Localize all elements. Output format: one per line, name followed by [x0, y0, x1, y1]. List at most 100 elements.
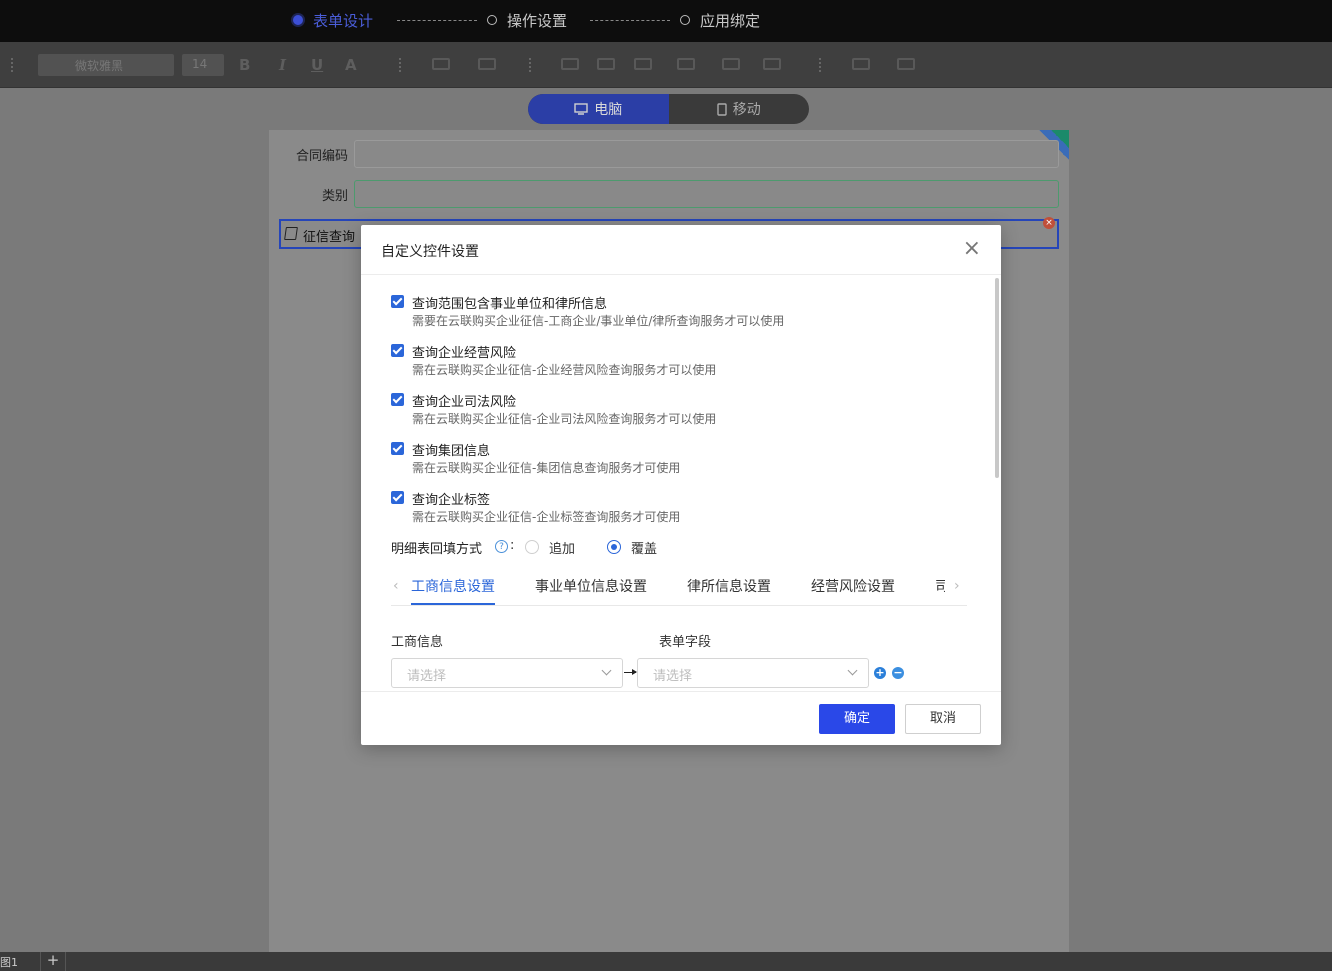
fill-mode-colon: : — [510, 538, 515, 553]
step-app-binding[interactable]: 应用绑定 — [680, 0, 760, 40]
category-input[interactable] — [354, 180, 1059, 208]
font-family-select[interactable]: 微软雅黑 — [38, 54, 174, 76]
source-column-header: 工商信息 — [391, 635, 444, 650]
chevron-down-icon — [847, 665, 858, 676]
form-row-category: 类别 — [269, 178, 1069, 210]
device-toggle: 电脑 移动 — [528, 94, 809, 124]
container-icon[interactable] — [897, 58, 915, 70]
radio-append[interactable] — [525, 540, 539, 554]
table-border-icon[interactable] — [722, 58, 740, 70]
dialog-footer: 确定 取消 — [361, 691, 1001, 745]
phone-icon — [717, 102, 727, 116]
remove-row-icon[interactable]: − — [892, 667, 904, 679]
toolbar-divider — [399, 58, 401, 72]
mobile-tab[interactable]: 移动 — [669, 94, 810, 124]
dialog-title: 自定义控件设置 — [381, 244, 479, 260]
step-bar: 表单设计 操作设置 应用绑定 — [0, 0, 1332, 42]
option-title: 查询企业司法风险 — [412, 395, 517, 410]
option-description: 需要在云联购买企业征信-工商企业/事业单位/律所查询服务才可以使用 — [412, 314, 785, 328]
form-row-contract-code: 合同编码 — [269, 138, 1069, 170]
checkbox[interactable] — [391, 344, 404, 357]
align-vertical-icon[interactable] — [478, 58, 496, 70]
custom-control-settings-dialog: 自定义控件设置 × 查询范围包含事业单位和律所信息 需要在云联购买企业征信-工商… — [361, 225, 1001, 745]
fill-mode-row: 明细表回填方式 ? : 追加 覆盖 — [391, 538, 791, 558]
checkbox[interactable] — [391, 442, 404, 455]
tab-institution-info[interactable]: 事业单位信息设置 — [535, 576, 647, 596]
step-dot — [487, 15, 497, 25]
monitor-icon — [574, 103, 588, 115]
desktop-tab-label: 电脑 — [594, 102, 623, 118]
remove-field-icon[interactable]: × — [1043, 217, 1055, 229]
toolbar-divider — [819, 58, 821, 72]
merge-cells-icon[interactable] — [561, 58, 579, 70]
desktop-tab[interactable]: 电脑 — [528, 94, 669, 124]
option-title: 查询范围包含事业单位和律所信息 — [412, 297, 608, 312]
checkbox[interactable] — [391, 295, 404, 308]
close-icon[interactable]: × — [963, 238, 981, 260]
checkbox[interactable] — [391, 491, 404, 504]
active-tab-indicator — [411, 603, 495, 605]
bold-button[interactable]: B — [239, 56, 250, 74]
confirm-button[interactable]: 确定 — [819, 704, 895, 734]
split-cells-icon[interactable] — [597, 58, 615, 70]
dialog-body: 查询范围包含事业单位和律所信息 需要在云联购买企业征信-工商企业/事业单位/律所… — [361, 276, 1001, 691]
tab-business-risk[interactable]: 经营风险设置 — [811, 576, 895, 596]
step-connector — [397, 20, 477, 21]
radio-overwrite[interactable] — [607, 540, 621, 554]
tab-scroll-right-icon[interactable]: › — [954, 578, 960, 594]
contract-code-input[interactable] — [354, 140, 1059, 168]
checkbox[interactable] — [391, 393, 404, 406]
business-info-select[interactable]: 请选择 — [391, 658, 623, 688]
step-operation-settings[interactable]: 操作设置 — [487, 0, 567, 40]
layout-icon[interactable] — [852, 58, 870, 70]
tab-scroll-left-icon[interactable]: ‹ — [393, 578, 399, 594]
italic-button[interactable]: I — [279, 56, 286, 74]
option-title: 查询企业经营风险 — [412, 346, 517, 361]
underline-button[interactable]: U — [311, 56, 323, 74]
step-label: 表单设计 — [313, 11, 374, 30]
fill-color-icon[interactable] — [763, 58, 781, 70]
radio-append-label[interactable]: 追加 — [549, 538, 575, 557]
radio-overwrite-label[interactable]: 覆盖 — [631, 538, 657, 557]
field-label: 类别 — [321, 188, 348, 204]
field-label: 征信查询 — [303, 230, 356, 245]
dialog-header: 自定义控件设置 × — [361, 225, 1001, 275]
select-placeholder: 请选择 — [653, 669, 693, 684]
select-placeholder: 请选择 — [407, 669, 447, 684]
tab-lawfirm-info[interactable]: 律所信息设置 — [687, 576, 771, 596]
step-label: 应用绑定 — [700, 11, 761, 30]
step-form-design[interactable]: 表单设计 — [293, 0, 373, 40]
insert-row-icon[interactable] — [634, 58, 652, 70]
add-row-icon[interactable]: + — [874, 667, 886, 679]
sheet-bar: 图1 + — [0, 952, 1332, 971]
align-horizontal-icon[interactable] — [432, 58, 450, 70]
step-label: 操作设置 — [507, 11, 568, 30]
chevron-down-icon — [601, 665, 612, 676]
option-description: 需在云联购买企业征信-集团信息查询服务才可使用 — [412, 461, 681, 475]
tab-business-info[interactable]: 工商信息设置 — [411, 576, 495, 596]
step-active-dot — [293, 15, 303, 25]
help-icon[interactable]: ? — [495, 540, 508, 553]
edit-icon[interactable] — [284, 227, 298, 240]
option-description: 需在云联购买企业征信-企业司法风险查询服务才可以使用 — [412, 412, 717, 426]
insert-column-icon[interactable] — [677, 58, 695, 70]
option-description: 需在云联购买企业征信-企业经营风险查询服务才可以使用 — [412, 363, 717, 377]
add-sheet-button[interactable]: + — [40, 952, 66, 971]
tab-judicial-risk[interactable]: 司 — [935, 576, 945, 596]
mobile-tab-label: 移动 — [732, 102, 761, 118]
font-size-select[interactable]: 14 — [182, 54, 224, 76]
font-color-button[interactable]: A — [345, 56, 357, 74]
option-description: 需在云联购买企业征信-企业标签查询服务才可使用 — [412, 510, 681, 524]
form-field-select[interactable]: 请选择 — [637, 658, 869, 688]
mapping-arrow-icon — [624, 669, 637, 675]
toolbar-drag-handle[interactable] — [11, 58, 13, 72]
target-column-header: 表单字段 — [659, 635, 712, 650]
step-connector — [590, 20, 670, 21]
fill-mode-label: 明细表回填方式 — [391, 542, 483, 557]
cancel-button[interactable]: 取消 — [905, 704, 981, 734]
step-dot — [680, 15, 690, 25]
dialog-scrollbar[interactable] — [995, 278, 999, 478]
toolbar-divider — [529, 58, 531, 72]
sheet-tab[interactable]: 图1 — [0, 954, 18, 970]
field-label: 合同编码 — [295, 148, 348, 164]
